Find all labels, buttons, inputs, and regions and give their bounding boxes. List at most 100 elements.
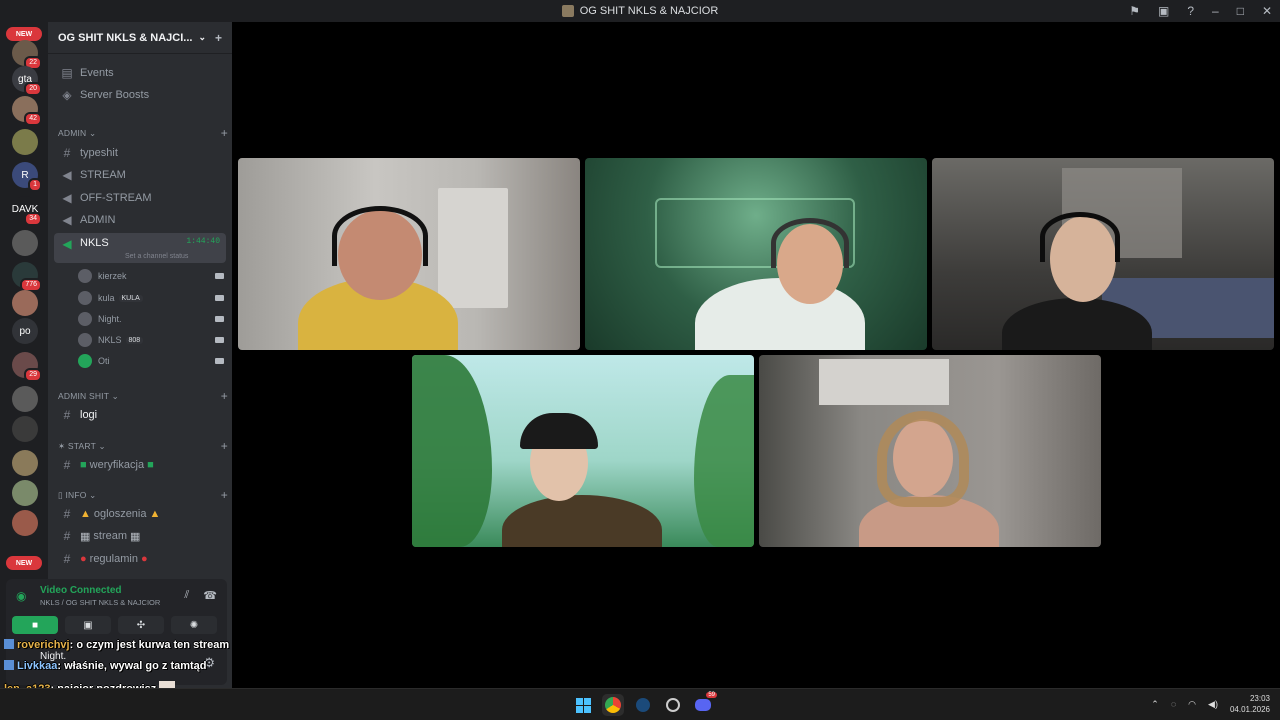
video-tile[interactable] [238, 158, 580, 350]
category-admin[interactable]: ADMIN ⌄ + [58, 126, 228, 140]
mic-icon[interactable]: ◌ [1171, 699, 1176, 709]
disconnect-icon[interactable]: ☎ [203, 589, 217, 602]
channel-label: stream [93, 530, 128, 542]
server-header[interactable]: OG SHIT NKLS & NAJCI... ⌄ + [48, 22, 232, 54]
server-icon[interactable]: gta 20 [12, 66, 42, 96]
video-tile[interactable] [759, 355, 1101, 547]
help-icon[interactable]: ? [1187, 4, 1194, 18]
server-icon[interactable] [12, 450, 38, 476]
steam-icon[interactable] [632, 694, 654, 716]
add-member-icon[interactable]: + [215, 31, 222, 45]
server-icon[interactable] [12, 510, 38, 536]
video-tile[interactable] [412, 355, 754, 547]
channel-ogloszenia[interactable]: # ▲ ogloszenia ▲ [54, 504, 226, 524]
chrome-icon[interactable] [602, 694, 624, 716]
server-icon[interactable] [12, 386, 38, 412]
add-channel-icon[interactable]: + [221, 439, 228, 453]
voice-user-name: kula [98, 293, 115, 303]
time: 23:03 [1249, 694, 1270, 703]
chevron-up-icon[interactable]: ⌃ [1151, 699, 1159, 710]
screen-share-button[interactable]: ▣ [65, 616, 111, 634]
platform-icon [4, 660, 14, 670]
chat-text: : o czym jest kurwa ten stream [69, 639, 230, 651]
server-icon[interactable]: DAVK 34 [12, 196, 42, 226]
noise-suppression-icon[interactable]: ⫽ [184, 589, 189, 602]
server-icon[interactable] [12, 290, 38, 316]
channel-weryfikacja[interactable]: # ■ weryfikacja ■ [54, 455, 226, 475]
channel-off-stream[interactable]: ◀ OFF-STREAM [54, 188, 226, 208]
chat-username: Livkkaa [17, 660, 58, 672]
no-entry-icon: ● [140, 553, 148, 565]
add-channel-icon[interactable]: + [221, 488, 228, 502]
close-button[interactable]: ✕ [1262, 4, 1272, 18]
server-icon[interactable]: 42 [12, 96, 42, 126]
check-icon: ■ [80, 459, 87, 471]
server-icon[interactable] [12, 416, 38, 442]
server-icon[interactable]: R1 [12, 162, 42, 192]
minimize-button[interactable]: – [1212, 4, 1219, 18]
add-channel-icon[interactable]: + [221, 389, 228, 403]
voice-user[interactable]: kierzek [78, 266, 224, 286]
voice-user[interactable]: Night. [78, 309, 224, 329]
signal-icon[interactable]: ◉ [16, 589, 32, 605]
discord-icon[interactable]: 59 [692, 692, 717, 716]
channel-typeshit[interactable]: # typeshit [54, 143, 226, 163]
clock[interactable]: 23:03 04.01.2026 [1230, 693, 1270, 715]
server-icon[interactable] [12, 480, 38, 506]
new-pill-top[interactable]: NEW [6, 27, 42, 41]
mention-badge: 29 [24, 368, 42, 382]
voice-user[interactable]: NKLS 808 [78, 330, 224, 350]
category-admin-shit-label: ADMIN SHIT [58, 391, 110, 401]
server-icon[interactable] [12, 129, 38, 155]
voice-user[interactable]: kula KULA [78, 288, 224, 308]
server-icon[interactable]: 29 [12, 352, 42, 382]
video-tile[interactable] [585, 158, 927, 350]
boost-icon: ◈ [62, 88, 72, 102]
channel-logi[interactable]: # logi [54, 405, 226, 425]
windows-start-icon[interactable] [572, 694, 594, 716]
voice-location[interactable]: NKLS / OG SHIT NKLS & NAJCIOR [40, 598, 160, 607]
camera-button[interactable]: ■ [12, 616, 58, 634]
server-icon[interactable]: 776 [12, 262, 42, 292]
server-icon[interactable]: po [12, 318, 38, 344]
voice-status[interactable]: Video Connected [40, 585, 122, 596]
new-pill-bottom[interactable]: NEW [6, 556, 42, 570]
user-tag: KULA [118, 294, 143, 302]
channel-label: OFF-STREAM [80, 192, 152, 204]
channel-regulamin[interactable]: # ● regulamin ● [54, 549, 226, 569]
channel-status-hint[interactable]: Set a channel status [125, 253, 188, 260]
bell-icon: ▲ [80, 508, 91, 520]
category-info[interactable]: ▯ INFO ⌄ + [58, 488, 228, 502]
volume-icon[interactable]: ◀) [1208, 699, 1218, 710]
window-title: OG SHIT NKLS & NAJCIOR [579, 5, 719, 17]
video-tile[interactable] [932, 158, 1274, 350]
chat-username: roverichvj [17, 639, 70, 651]
hashtag-icon: # [63, 146, 71, 160]
server-icon[interactable]: 22 [12, 40, 42, 70]
channel-stream-info[interactable]: # ▦ stream ▦ [54, 526, 226, 546]
hashtag-icon: # [63, 507, 71, 521]
inbox-icon[interactable]: ▣ [1158, 4, 1169, 18]
app-icon[interactable] [662, 694, 684, 716]
activities-button[interactable]: ✣ [118, 616, 164, 634]
category-admin-shit[interactable]: ADMIN SHIT ⌄ + [58, 389, 228, 403]
soundboard-button[interactable]: ✺ [171, 616, 217, 634]
soundboard-icon: ✺ [189, 619, 199, 631]
flag-icon[interactable]: ⚑ [1129, 4, 1140, 18]
no-entry-icon: ● [80, 553, 87, 565]
channel-admin[interactable]: ◀ ADMIN [54, 210, 226, 230]
server-boosts-link[interactable]: ◈ Server Boosts [54, 85, 226, 105]
camera-on-icon [215, 316, 224, 322]
events-link[interactable]: ▤ Events [54, 63, 226, 83]
chat-message: Livkkaa: właśnie, wywal go z tamtąd [4, 660, 207, 672]
channel-stream[interactable]: ◀ STREAM [54, 165, 226, 185]
add-channel-icon[interactable]: + [221, 126, 228, 140]
maximize-button[interactable]: □ [1237, 4, 1244, 18]
voice-user[interactable]: Oti [78, 351, 224, 371]
mention-badge: 20 [24, 82, 42, 96]
category-start[interactable]: ✶ START ⌄ + [58, 439, 228, 453]
camera-on-icon [215, 295, 224, 301]
voice-user-name: Night. [98, 314, 122, 324]
wifi-icon[interactable]: ◠ [1188, 699, 1196, 710]
server-icon[interactable] [12, 230, 38, 256]
